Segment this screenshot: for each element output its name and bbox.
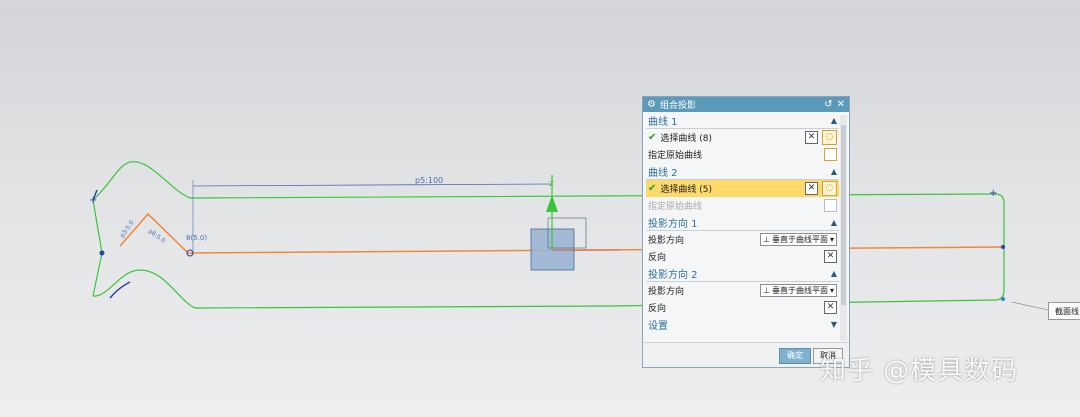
select-curve-1-label: 选择曲线 (8) (660, 134, 713, 144)
z-label: Z (549, 180, 554, 188)
select-curve-1-row[interactable]: ✔ 选择曲线 (8) ✕ ◌ (646, 129, 839, 146)
plus-marker-right: + (989, 188, 997, 199)
combined-projection-dialog: ⚙ 组合投影 ↺ ✕ 曲线 1 ▲ ✔ 选择曲线 (8) ✕ ◌ 指定原始曲线 … (642, 96, 850, 368)
group-title-projection-1: 投影方向 1 (648, 218, 698, 230)
group-header-curve-1[interactable]: 曲线 1 ▲ (646, 112, 839, 129)
group-curve-2: 曲线 2 ▲ ✔ 选择曲线 (5) ✕ ◌ 指定原始曲线 (646, 163, 839, 214)
dim-angle-1-text: p6:5.0 (147, 228, 167, 245)
normal-plane-icon: ⊥ (763, 286, 770, 295)
collapse-caret-icon[interactable]: ▲ (831, 218, 837, 227)
chevron-down-icon: ▾ (829, 286, 834, 295)
dim-height-text: 8(5.0) (186, 234, 207, 242)
deselect-x-icon[interactable]: ✕ (805, 182, 818, 195)
scrollbar-thumb[interactable] (841, 125, 846, 305)
origin-curve-1-row[interactable]: 指定原始曲线 (646, 146, 839, 163)
group-title-projection-2: 投影方向 2 (648, 269, 698, 281)
select-curve-2-label: 选择曲线 (5) (660, 185, 713, 195)
group-header-settings[interactable]: 设置 ▼ (646, 316, 839, 332)
point-left (99, 250, 105, 256)
group-header-curve-2[interactable]: 曲线 2 ▲ (646, 163, 839, 180)
projection-1-direction-row: 投影方向 ⊥ 垂直于曲线平面 ▾ (646, 231, 839, 248)
reset-icon[interactable]: ↺ (824, 99, 832, 110)
origin-curve-icon[interactable] (824, 199, 837, 212)
dialog-footer: 确定 取消 (643, 342, 849, 367)
green-profile-left (92, 199, 103, 297)
chevron-down-icon: ▾ (829, 235, 834, 244)
reverse-direction-icon[interactable]: ✕ (824, 250, 837, 263)
deselect-x-icon[interactable]: ✕ (805, 131, 818, 144)
expand-caret-icon[interactable]: ▼ (831, 320, 837, 329)
projection-2-direction-row: 投影方向 ⊥ 垂直于曲线平面 ▾ (646, 282, 839, 299)
projection-1-reverse-label: 反向 (648, 253, 667, 263)
group-settings: 设置 ▼ (646, 316, 839, 332)
close-icon[interactable]: ✕ (837, 99, 845, 110)
checkmark-icon: ✔ (648, 183, 657, 194)
group-projection-1: 投影方向 1 ▲ 投影方向 ⊥ 垂直于曲线平面 ▾ 反向 ✕ (646, 214, 839, 265)
select-curve-icon[interactable]: ◌ (822, 130, 837, 145)
plus-marker-left: + (89, 195, 97, 206)
group-curve-1: 曲线 1 ▲ ✔ 选择曲线 (8) ✕ ◌ 指定原始曲线 (646, 112, 839, 163)
collapse-caret-icon[interactable]: ▲ (831, 167, 837, 176)
checkmark-icon: ✔ (648, 132, 657, 143)
select-curve-icon[interactable]: ◌ (822, 181, 837, 196)
section-line-tag: 截面线 (1048, 302, 1080, 320)
group-projection-2: 投影方向 2 ▲ 投影方向 ⊥ 垂直于曲线平面 ▾ 反向 ✕ (646, 265, 839, 316)
group-header-projection-1[interactable]: 投影方向 1 ▲ (646, 214, 839, 231)
origin-curve-2-label: 指定原始曲线 (648, 202, 703, 212)
normal-plane-icon: ⊥ (763, 235, 770, 244)
projection-1-direction-select[interactable]: ⊥ 垂直于曲线平面 ▾ (760, 233, 837, 246)
z-arrow (546, 195, 558, 212)
origin-curve-2-row[interactable]: 指定原始曲线 (646, 197, 839, 214)
group-header-projection-2[interactable]: 投影方向 2 ▲ (646, 265, 839, 282)
ok-button[interactable]: 确定 (779, 348, 811, 364)
dim-length-text: p5:100 (415, 176, 443, 185)
blue-curve-left-bottom (109, 281, 131, 299)
projection-1-direction-value: 垂直于曲线平面 (771, 235, 828, 244)
collapse-caret-icon[interactable]: ▲ (831, 269, 837, 278)
group-title-settings: 设置 (648, 320, 668, 332)
projection-2-reverse-label: 反向 (648, 304, 667, 314)
point-right-bottom (1001, 297, 1005, 301)
leader-line (1011, 301, 1049, 311)
projection-2-direction-label: 投影方向 (648, 287, 685, 297)
collapse-caret-icon[interactable]: ▲ (831, 116, 837, 125)
projection-2-direction-value: 垂直于曲线平面 (771, 286, 828, 295)
watermark: 知乎 @模具数码 (820, 356, 1019, 386)
dialog-scrollbar[interactable] (840, 115, 847, 341)
dialog-titlebar[interactable]: ⚙ 组合投影 ↺ ✕ (643, 97, 849, 112)
gear-icon[interactable]: ⚙ (647, 99, 656, 110)
origin-curve-1-label: 指定原始曲线 (648, 151, 703, 161)
projection-1-reverse-row: 反向 ✕ (646, 248, 839, 265)
group-title-curve-1: 曲线 1 (648, 116, 678, 128)
point-right (1001, 245, 1005, 249)
projection-1-direction-label: 投影方向 (648, 236, 685, 246)
group-title-curve-2: 曲线 2 (648, 167, 678, 179)
dim-angle-2-text: p3:5.0 (119, 219, 136, 239)
projection-2-direction-select[interactable]: ⊥ 垂直于曲线平面 ▾ (760, 284, 837, 297)
select-curve-2-row[interactable]: ✔ 选择曲线 (5) ✕ ◌ (646, 180, 839, 197)
projection-2-reverse-row: 反向 ✕ (646, 299, 839, 316)
reverse-direction-icon[interactable]: ✕ (824, 301, 837, 314)
origin-curve-icon[interactable] (824, 148, 837, 161)
dialog-title: 组合投影 (659, 101, 696, 111)
dim-length-line (192, 183, 553, 187)
